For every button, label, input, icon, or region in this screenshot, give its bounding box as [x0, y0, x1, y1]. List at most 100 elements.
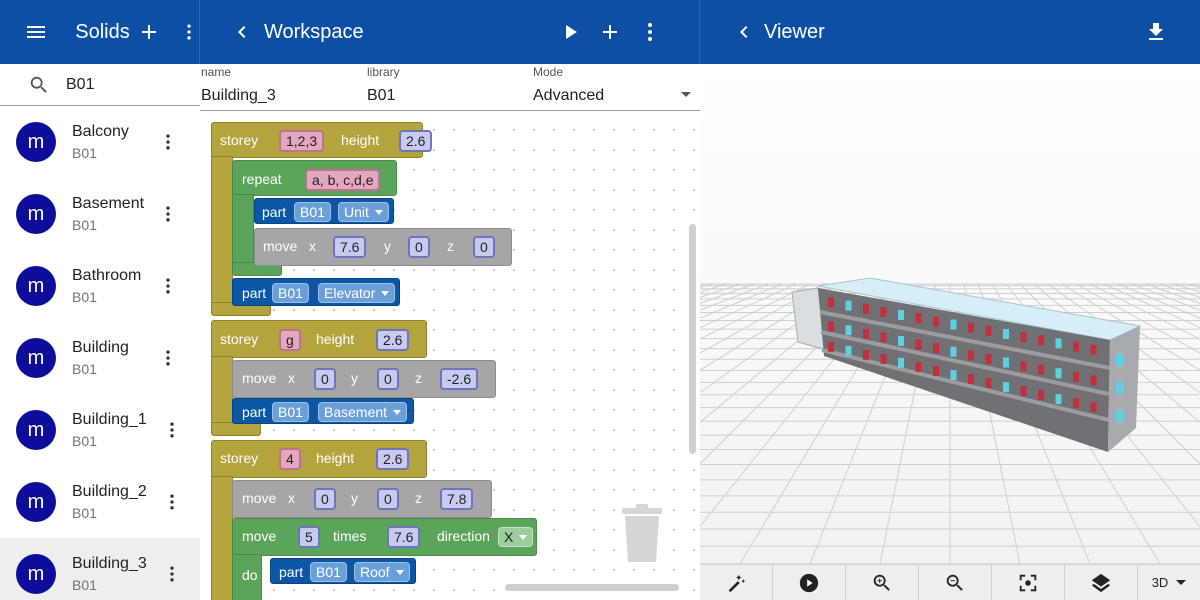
more-vert-icon[interactable]	[158, 202, 178, 231]
chevron-down-icon	[519, 534, 528, 540]
viewer-title: Viewer	[764, 20, 825, 43]
3d-canvas[interactable]	[700, 64, 1200, 564]
view-mode-select[interactable]: 3D	[1138, 565, 1200, 600]
solid-library: B01	[72, 289, 97, 305]
workspace-fields: name Building_3 library B01 Mode Advance…	[200, 64, 700, 111]
chevron-down-icon	[381, 290, 390, 296]
storey-label: storey	[220, 450, 259, 466]
x-input[interactable]: 7.6	[333, 236, 367, 258]
zoom-out-icon[interactable]	[919, 565, 992, 600]
part-library-dropdown[interactable]: B01	[272, 283, 309, 303]
avatar: m	[16, 266, 56, 306]
solid-library: B01	[72, 433, 97, 449]
more-vert-icon[interactable]	[162, 490, 182, 519]
solid-name: Building	[72, 339, 129, 356]
repeat-move-block[interactable]	[232, 518, 537, 556]
more-vert-icon[interactable]	[158, 346, 178, 375]
avatar: m	[16, 554, 56, 594]
floors-input[interactable]: 1,2,3	[279, 130, 325, 152]
menu-icon[interactable]	[16, 12, 55, 52]
back-icon[interactable]	[222, 12, 262, 52]
list-item[interactable]: m Balcony B01	[0, 106, 200, 178]
storey-block-body	[211, 156, 233, 314]
direction-dropdown[interactable]: X	[498, 527, 534, 547]
list-item[interactable]: m Building_1 B01	[0, 394, 200, 466]
library-field[interactable]: library B01	[367, 64, 400, 105]
part-library-dropdown[interactable]: B01	[310, 562, 347, 582]
storey-block-body	[211, 356, 233, 432]
add-icon[interactable]	[130, 12, 169, 52]
x-input[interactable]: 0	[314, 368, 336, 390]
avatar: m	[16, 410, 56, 450]
part-label: part	[242, 404, 267, 420]
direction-label: direction	[437, 528, 490, 544]
viewer-panel: 3D	[700, 64, 1200, 600]
layers-icon[interactable]	[1065, 565, 1138, 600]
solid-name: Building_3	[72, 555, 147, 572]
repeat-list-input[interactable]: a, b, c,d,e	[305, 169, 381, 191]
avatar: m	[16, 194, 56, 234]
part-library-dropdown[interactable]: B01	[294, 202, 331, 222]
part-name-dropdown[interactable]: Elevator	[318, 283, 396, 303]
z-input[interactable]: 7.8	[440, 488, 474, 510]
add-icon[interactable]	[590, 12, 630, 52]
more-vert-icon[interactable]	[162, 418, 182, 447]
part-name-text: Unit	[344, 204, 369, 220]
times-input[interactable]: 5	[298, 526, 320, 548]
vertical-scrollbar[interactable]	[689, 224, 696, 454]
height-input[interactable]: 2.6	[376, 448, 410, 470]
magic-wand-icon[interactable]	[700, 565, 773, 600]
solids-panel: mBalconyB01 mBasementB01 mBathroomB01 mB…	[0, 64, 200, 600]
z-input[interactable]: -2.6	[440, 368, 479, 390]
chevron-down-icon	[393, 409, 402, 415]
zoom-in-icon[interactable]	[846, 565, 919, 600]
floors-input[interactable]: 4	[279, 448, 301, 470]
download-icon[interactable]	[1136, 12, 1176, 52]
name-field[interactable]: name Building_3	[201, 64, 276, 105]
play-circle-icon[interactable]	[773, 565, 846, 600]
part-name-dropdown[interactable]: Basement	[318, 402, 408, 422]
block-workspace[interactable]: storey 1,2,3 height 2.6 repeat a, b, c,d…	[200, 112, 700, 600]
height-label: height	[316, 450, 355, 466]
z-label: z	[415, 370, 422, 386]
search-input[interactable]	[66, 75, 176, 94]
fit-icon[interactable]	[992, 565, 1065, 600]
part-name-dropdown[interactable]: Unit	[338, 202, 389, 222]
back-icon[interactable]	[724, 12, 764, 52]
part-name-text: Elevator	[324, 285, 376, 301]
times-label: times	[333, 528, 367, 544]
x-input[interactable]: 0	[314, 488, 336, 510]
list-item-selected[interactable]: m Building_3 B01	[0, 538, 200, 600]
more-vert-icon[interactable]	[630, 12, 670, 52]
y-label: y	[351, 490, 358, 506]
height-input[interactable]: 2.6	[399, 130, 433, 152]
do-label: do	[242, 567, 258, 583]
distance-input[interactable]: 7.6	[387, 526, 421, 548]
name-value: Building_3	[201, 87, 276, 104]
more-vert-icon[interactable]	[179, 12, 199, 52]
part-name-dropdown[interactable]: Roof	[354, 562, 410, 582]
part-library-dropdown[interactable]: B01	[272, 402, 309, 422]
storey-block-body	[211, 476, 233, 600]
list-item[interactable]: m Basement B01	[0, 178, 200, 250]
more-vert-icon[interactable]	[158, 130, 178, 159]
floors-input[interactable]: g	[279, 329, 301, 351]
move-label: move	[242, 370, 277, 386]
workspace-title: Workspace	[264, 20, 364, 43]
z-input[interactable]: 0	[473, 236, 495, 258]
list-item[interactable]: m Bathroom B01	[0, 250, 200, 322]
y-input[interactable]: 0	[408, 236, 430, 258]
part-label: part	[262, 204, 287, 220]
play-icon[interactable]	[550, 12, 590, 52]
y-input[interactable]: 0	[377, 488, 399, 510]
chevron-down-icon	[374, 209, 383, 215]
trash-icon[interactable]	[618, 504, 666, 564]
list-item[interactable]: m Building B01	[0, 322, 200, 394]
more-vert-icon[interactable]	[162, 562, 182, 591]
mode-select[interactable]: Mode Advanced	[533, 64, 699, 105]
y-input[interactable]: 0	[377, 368, 399, 390]
list-item[interactable]: m Building_2 B01	[0, 466, 200, 538]
more-vert-icon[interactable]	[158, 274, 178, 303]
horizontal-scrollbar[interactable]	[505, 584, 679, 591]
height-input[interactable]: 2.6	[376, 329, 410, 351]
